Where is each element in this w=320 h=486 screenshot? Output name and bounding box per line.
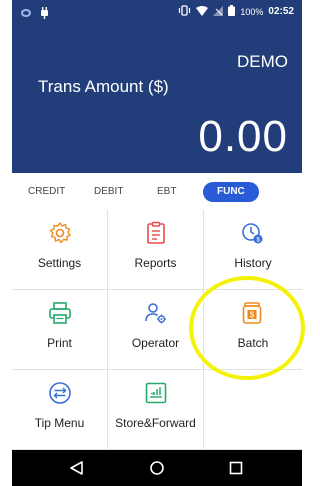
clipboard-icon: [144, 221, 168, 245]
menu-item-label: Reports: [134, 256, 177, 270]
batch-jar-icon: $: [240, 301, 264, 325]
menu-item-settings[interactable]: Settings: [12, 210, 108, 290]
vibrate-icon: [178, 5, 191, 18]
notification-icon: [40, 6, 49, 24]
menu-item-label: Print: [47, 336, 72, 350]
status-bar: 100% 02:52: [12, 0, 302, 26]
svg-text:$: $: [250, 311, 255, 320]
tab-func[interactable]: FUNC: [203, 182, 259, 202]
home-icon[interactable]: [147, 458, 167, 478]
menu-item-label: Settings: [37, 256, 82, 270]
demo-mode-label: DEMO: [237, 52, 288, 71]
menu-item-label: Store&Forward: [115, 416, 196, 430]
menu-item-reports[interactable]: Reports: [108, 210, 204, 290]
menu-item-label: History: [234, 256, 272, 270]
recents-icon[interactable]: [226, 458, 246, 478]
trans-amount-label: Trans Amount ($): [38, 77, 169, 96]
menu-item-tip-menu[interactable]: Tip Menu: [12, 370, 108, 450]
menu-item-label: Batch: [237, 336, 269, 350]
back-icon[interactable]: [67, 458, 87, 478]
no-signal-icon: [213, 5, 224, 18]
tab-debit[interactable]: DEBIT: [94, 182, 123, 202]
wifi-icon: [196, 5, 209, 18]
menu-item-store-forward[interactable]: Store&Forward: [108, 370, 204, 450]
history-clock-icon: $: [240, 221, 264, 245]
status-time: 02:52: [268, 6, 294, 17]
tab-ebt[interactable]: EBT: [157, 182, 176, 202]
menu-item-history[interactable]: $ History: [204, 210, 302, 290]
function-menu-grid: Settings Reports $ History Print Operato…: [12, 210, 302, 450]
app-icon: [20, 6, 32, 24]
battery-icon: [228, 5, 236, 18]
menu-item-label: Operator: [131, 336, 180, 350]
operator-icon: [144, 301, 168, 325]
tab-credit[interactable]: CREDIT: [28, 182, 65, 202]
battery-percent: 100%: [240, 6, 264, 17]
menu-item-print[interactable]: Print: [12, 290, 108, 370]
menu-item-empty: [204, 370, 302, 450]
header-panel: 100% 02:52 DEMO Trans Amount ($) 0.00: [12, 0, 302, 173]
pos-screen: 100% 02:52 DEMO Trans Amount ($) 0.00 CR…: [12, 0, 302, 486]
android-nav-bar: [12, 450, 302, 486]
gear-icon: [48, 221, 72, 245]
menu-item-label: Tip Menu: [34, 416, 85, 430]
transaction-type-tabs: CREDIT DEBIT EBT FUNC: [12, 173, 302, 211]
menu-item-batch[interactable]: $ Batch: [204, 290, 302, 370]
store-forward-icon: [144, 381, 168, 405]
tip-menu-icon: [48, 381, 72, 405]
amount-display[interactable]: 0.00: [198, 112, 288, 162]
printer-icon: [48, 301, 72, 325]
menu-item-operator[interactable]: Operator: [108, 290, 204, 370]
